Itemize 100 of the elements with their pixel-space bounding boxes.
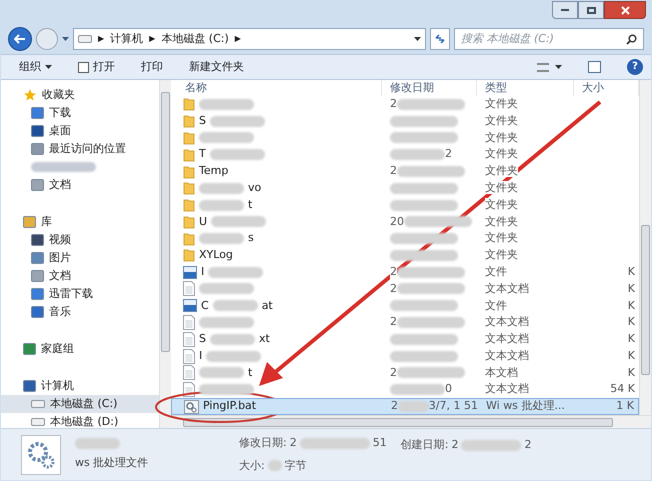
type-cell: 文本文档 [485,332,529,346]
file-row[interactable]: I 文本文档 K [171,348,639,364]
drive-icon [31,418,45,426]
type-cell: 文件夹 [485,214,518,228]
redaction-blur [390,334,458,345]
toolbar-button[interactable]: 打印 [141,58,163,76]
address-field[interactable]: ▶ 计算机 ▶ 本地磁盘 (C:) ▶ [73,28,426,50]
file-row[interactable]: PingIP.bat 2 3/7, 1 51 Wi ws 批处理... 1 K [171,398,639,416]
breadcrumb[interactable]: 本地磁盘 (C:) [161,30,229,48]
back-button[interactable] [8,27,32,51]
file-row[interactable]: S 文件夹 [171,112,639,130]
file-row[interactable]: S xt 文本文档 K [171,330,639,348]
type-cell: 文件夹 [485,147,518,160]
nav-item[interactable]: 音乐 [1,303,159,321]
type-cell: 文件夹 [485,114,518,127]
preview-pane-button[interactable] [588,61,601,73]
size-label: 大小: [239,458,265,474]
file-row[interactable]: I 2 文件 K [171,264,639,281]
close-button[interactable] [604,1,646,19]
redaction-blur [206,350,262,362]
view-options-button[interactable] [537,62,562,72]
file-row[interactable]: vo 文件夹 [171,180,639,197]
redaction-blur [398,401,429,412]
file-row[interactable]: Temp 2 文件夹 [171,163,639,180]
redaction-blur [390,233,458,244]
redaction-blur [397,266,465,278]
search-field[interactable]: 搜索 本地磁盘 (C:) [454,28,644,50]
type-cell: 文本文档 [485,315,529,328]
file-row[interactable]: T 2 文件夹 [171,146,639,164]
file-name: PingIP.bat [203,398,256,414]
horizontal-scrollbar[interactable] [171,415,651,428]
redaction-blur [211,216,266,228]
text-file-icon [183,348,195,364]
redaction-blur [199,233,244,244]
nav-item[interactable]: 本地磁盘 (C:) [1,395,159,413]
redaction-blur [397,367,465,378]
breadcrumb-arrow[interactable]: ▶ [234,33,241,45]
redaction-blur [390,384,445,396]
redaction-blur [210,116,265,127]
column-header[interactable]: 类型 [477,80,574,96]
redaction-blur [390,132,458,144]
folder-icon [183,130,195,145]
nav-item[interactable]: 视频 [1,231,159,249]
nav-item[interactable]: 本地磁盘 (D:) [1,413,159,431]
search-input[interactable]: 搜索 本地磁盘 (C:) [461,30,626,48]
file-row[interactable]: s 文件夹 [171,230,639,248]
file-row[interactable]: 2 文本文档 K [171,280,639,298]
redaction-blur [397,98,465,110]
minimize-button[interactable] [552,1,578,19]
maximize-button[interactable] [578,1,604,19]
dropdown-caret-icon [555,65,562,69]
nav-item[interactable]: 迅雷下载 [1,285,159,303]
refresh-button[interactable] [430,28,450,50]
file-row[interactable]: XYLog 文件夹 [171,247,639,264]
nav-item[interactable]: 最近访问的位置 [1,140,159,158]
type-cell: 文件夹 [485,164,518,178]
toolbar-button[interactable]: 组织 [19,58,52,76]
redaction-blur [268,460,282,472]
file-row[interactable]: U 20 文件夹 [171,213,639,230]
scrollbar[interactable] [639,80,651,415]
drive-icon [31,400,45,408]
size-cell: K [628,366,635,379]
redaction-blur [390,182,458,194]
column-header[interactable]: 名称 [171,80,382,96]
nav-item[interactable]: 桌面 [1,122,159,140]
file-row[interactable]: 2 文件夹 [171,96,639,113]
redaction-blur [199,283,254,294]
nav-item[interactable]: 收藏夹 [1,86,159,104]
file-row[interactable]: 0 文本文档 54 K [171,381,639,398]
folder-icon [183,214,195,229]
drive-icon [78,35,92,43]
breadcrumb-arrow[interactable]: ▶ [149,33,156,45]
help-button[interactable]: ? [627,59,643,75]
file-row[interactable]: 文件夹 [171,130,639,146]
redaction-blur [199,367,244,378]
folder-icon [183,232,195,246]
nav-item[interactable]: 文档 [1,176,159,194]
breadcrumb[interactable]: 计算机 [110,30,144,48]
type-cell: 文件夹 [485,248,518,262]
redaction-blur [199,132,254,144]
redaction-blur [390,300,458,312]
file-type-text: ws 批处理文件 [75,454,150,471]
nav-item[interactable]: 计算机 [1,377,159,395]
file-row[interactable]: t 2 本文档 K [171,364,639,382]
modified-value: 2 [290,435,297,451]
nav-item[interactable]: 图片 [1,249,159,267]
file-row[interactable]: C at 文件 K [171,297,639,314]
nav-item[interactable]: 下载 [1,104,159,122]
nav-item[interactable]: 文档 [1,267,159,285]
nav-item[interactable]: 库 [1,213,159,231]
created-label: 创建日期: [400,437,448,453]
toolbar-button[interactable]: 打开 [78,58,115,76]
text-file-icon [183,332,195,347]
file-row[interactable]: 2 文本文档 K [171,314,639,331]
nav-item[interactable]: 家庭组 [1,340,159,358]
file-row[interactable]: t 文件夹 [171,196,639,214]
text-file-icon [183,281,195,296]
scrollbar[interactable] [159,80,171,428]
breadcrumb-arrow[interactable]: ▶ [98,33,104,45]
toolbar-button[interactable]: 新建文件夹 [189,58,244,76]
